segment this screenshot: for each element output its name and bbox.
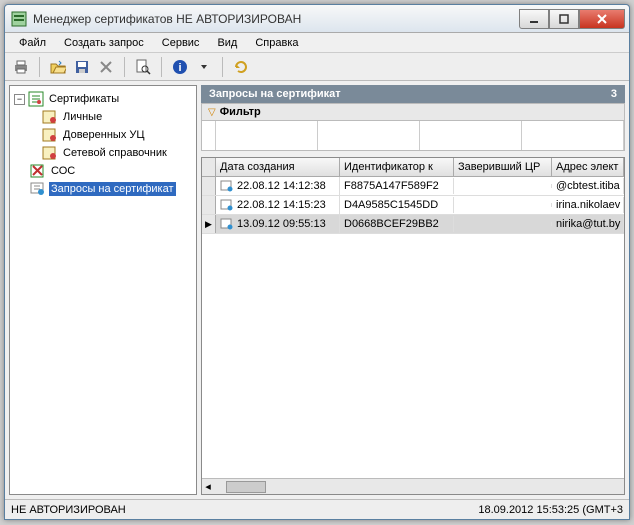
cert-icon [42,109,58,125]
app-icon [11,11,27,27]
grid-header: Дата создания Идентификатор к Заверивший… [202,158,624,177]
cell-id: F8875A147F589F2 [340,178,454,194]
table-row[interactable]: 22.08.12 14:15:23 D4A9585C1545DD irina.n… [202,196,624,215]
cell-signer [454,184,552,188]
tree-label: Сетевой справочник [61,146,169,160]
row-marker [202,177,216,195]
col-id[interactable]: Идентификатор к [340,158,454,176]
cell-date: 22.08.12 14:12:38 [216,177,340,195]
info-icon[interactable]: i [170,57,190,77]
cert-icon [42,145,58,161]
status-datetime: 18.09.2012 15:53:25 (GMT+3 [478,504,623,516]
open-icon[interactable] [48,57,68,77]
window-title: Менеджер сертификатов НЕ АВТОРИЗИРОВАН [33,12,519,26]
request-icon [220,179,234,193]
request-icon [220,217,234,231]
body: − Сертификаты Личные Доверенных УЦ Сетев… [5,81,629,499]
horizontal-scrollbar[interactable]: ◂ [202,478,624,494]
tree-label: Доверенных УЦ [61,128,147,142]
cell-date: 22.08.12 14:15:23 [216,196,340,214]
tree-label: Сертификаты [47,92,121,106]
tree-root-certificates[interactable]: − Сертификаты [12,90,194,108]
close-button[interactable] [579,9,625,29]
tree-network-directory[interactable]: Сетевой справочник [12,144,194,162]
print-icon[interactable] [11,57,31,77]
cell-email: @cbtest.itiba [552,178,624,194]
tree-label: СОС [49,164,77,178]
cell-email: irina.nikolaev [552,197,624,213]
window-buttons [519,9,625,29]
filter-header[interactable]: ▽ Фильтр [201,103,625,121]
filter-marker-col [202,121,216,150]
filter-col[interactable] [420,121,522,150]
status-auth: НЕ АВТОРИЗИРОВАН [11,504,126,516]
filter-col[interactable] [522,121,624,150]
tree-label: Личные [61,110,104,124]
grid-empty-area [202,234,624,478]
row-marker [202,196,216,214]
cell-signer [454,222,552,226]
expand-icon[interactable]: ▽ [208,107,216,118]
row-marker-header [202,158,216,176]
cell-date: 13.09.12 09:55:13 [216,215,340,233]
panel-title-text: Запросы на сертификат [209,88,341,100]
menu-view[interactable]: Вид [209,35,245,51]
cell-signer [454,203,552,207]
panel-title: Запросы на сертификат 3 [201,85,625,103]
right-panel: Запросы на сертификат 3 ▽ Фильтр Дата со… [201,85,625,495]
filter-body[interactable] [201,121,625,151]
cert-icon [28,91,44,107]
tree-cos[interactable]: СОС [12,162,194,180]
scroll-thumb[interactable] [226,481,266,493]
tree-trusted-ca[interactable]: Доверенных УЦ [12,126,194,144]
tree-personal[interactable]: Личные [12,108,194,126]
separator [222,57,223,77]
tree-panel[interactable]: − Сертификаты Личные Доверенных УЦ Сетев… [9,85,197,495]
tree-label: Запросы на сертификат [49,182,176,196]
menu-file[interactable]: Файл [11,35,54,51]
separator [124,57,125,77]
cos-icon [30,163,46,179]
tree-requests[interactable]: Запросы на сертификат [12,180,194,198]
delete-icon[interactable] [96,57,116,77]
cell-id: D4A9585C1545DD [340,197,454,213]
toolbar: i [5,53,629,81]
col-date[interactable]: Дата создания [216,158,340,176]
minimize-button[interactable] [519,9,549,29]
separator [161,57,162,77]
separator [39,57,40,77]
col-email[interactable]: Адрес элект [552,158,624,176]
statusbar: НЕ АВТОРИЗИРОВАН 18.09.2012 15:53:25 (GM… [5,499,629,519]
data-grid[interactable]: Дата создания Идентификатор к Заверивший… [201,157,625,495]
cell-id: D0668BCEF29BB2 [340,216,454,232]
preview-icon[interactable] [133,57,153,77]
cert-icon [42,127,58,143]
request-icon [220,198,234,212]
scroll-left-icon[interactable]: ◂ [202,480,214,493]
menu-service[interactable]: Сервис [154,35,208,51]
dropdown-icon[interactable] [194,57,214,77]
table-row[interactable]: 22.08.12 14:12:38 F8875A147F589F2 @cbtes… [202,177,624,196]
save-icon[interactable] [72,57,92,77]
refresh-icon[interactable] [231,57,251,77]
cell-email: nirika@tut.by [552,216,624,232]
menubar: Файл Создать запрос Сервис Вид Справка [5,33,629,53]
filter-label: Фильтр [220,106,261,118]
panel-count: 3 [611,88,617,100]
table-row[interactable]: ▶ 13.09.12 09:55:13 D0668BCEF29BB2 nirik… [202,215,624,234]
svg-text:i: i [178,62,181,74]
main-window: Менеджер сертификатов НЕ АВТОРИЗИРОВАН Ф… [4,4,630,520]
collapse-icon[interactable]: − [14,94,25,105]
menu-create-request[interactable]: Создать запрос [56,35,152,51]
filter-col[interactable] [216,121,318,150]
filter-col[interactable] [318,121,420,150]
request-icon [30,181,46,197]
col-signer[interactable]: Заверивший ЦР [454,158,552,176]
row-marker-current: ▶ [202,215,216,233]
menu-help[interactable]: Справка [247,35,306,51]
titlebar[interactable]: Менеджер сертификатов НЕ АВТОРИЗИРОВАН [5,5,629,33]
maximize-button[interactable] [549,9,579,29]
